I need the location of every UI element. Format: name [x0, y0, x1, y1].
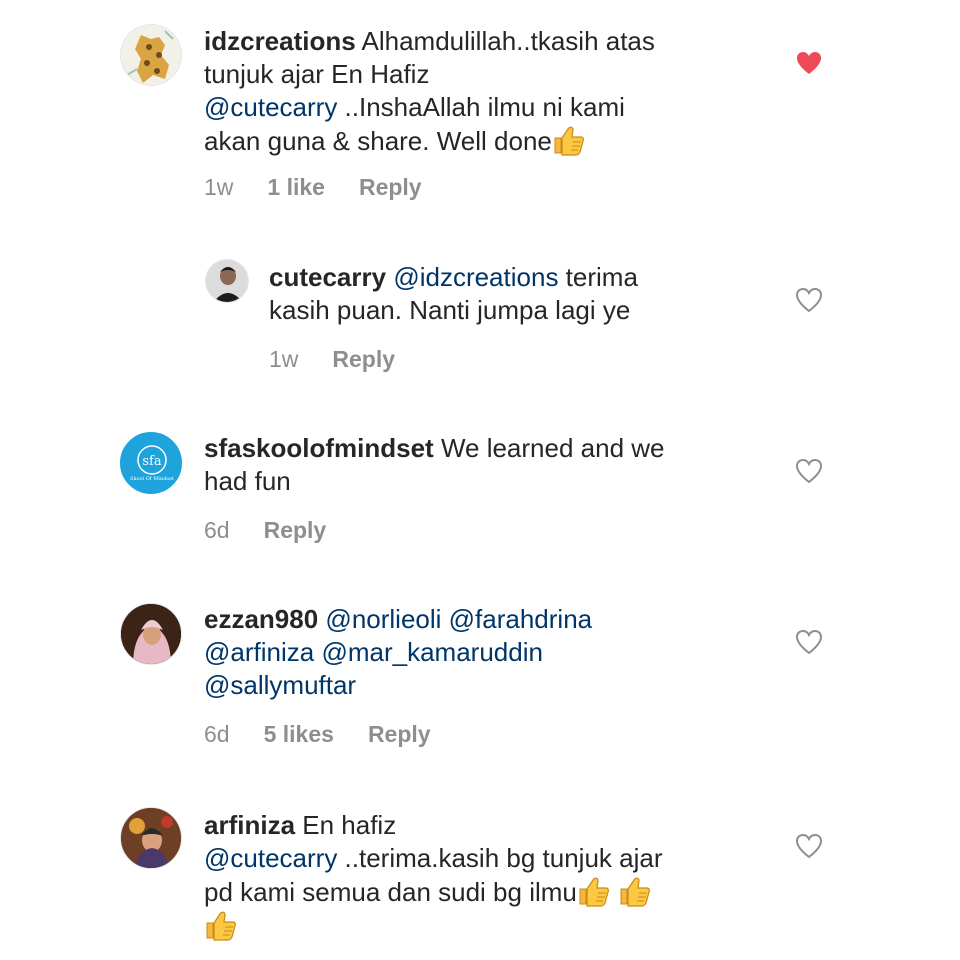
comment-body: En hafiz [295, 810, 397, 840]
comment-text: ezzan980 @norlieoli @farahdrina @arfiniz… [204, 603, 744, 702]
thumbs-up-icon [618, 875, 652, 907]
avatar[interactable] [120, 24, 182, 86]
comment-username[interactable]: ezzan980 [204, 604, 318, 634]
mention-link[interactable]: @mar_kamaruddin [321, 637, 542, 667]
heart-icon[interactable] [795, 629, 823, 655]
thumbs-up-icon [552, 124, 586, 156]
mention-link[interactable]: @farahdrina [449, 604, 592, 634]
thumbs-up-icon [204, 909, 238, 941]
avatar[interactable] [120, 807, 182, 869]
comment-username[interactable]: arfiniza [204, 810, 295, 840]
avatar[interactable]: sfa Skool Of Mindset [120, 432, 182, 494]
comment-body: pd kami semua dan sudi bg ilmu [204, 877, 577, 907]
comment-username[interactable]: idzcreations [204, 26, 356, 56]
heart-icon[interactable] [795, 458, 823, 484]
comment-text: arfiniza En hafiz @cutecarry ..terima.ka… [204, 809, 744, 943]
mention-link[interactable]: @sallymuftar [204, 670, 356, 700]
comment-text: cutecarry @idzcreations terima kasih pua… [269, 261, 729, 327]
comment-username[interactable]: sfaskoolofmindset [204, 433, 434, 463]
comment-meta: 1w Reply [269, 346, 395, 373]
comment-meta: 6d 5 likes Reply [204, 721, 431, 748]
comment-body: ..InshaAllah ilmu ni kami [337, 92, 625, 122]
comment-text: idzcreations Alhamdulillah..tkasih atas … [204, 25, 744, 158]
likes-count[interactable]: 5 likes [264, 721, 334, 748]
sfa-logo-subtext: Skool Of Mindset [130, 476, 174, 482]
mention-link[interactable]: @cutecarry [204, 843, 337, 873]
comment-time: 6d [204, 517, 230, 543]
thumbs-up-icon [577, 875, 611, 907]
comment-time: 6d [204, 721, 230, 747]
comment-username[interactable]: cutecarry [269, 262, 386, 292]
reply-button[interactable]: Reply [332, 346, 395, 373]
comment-body: ..terima.kasih bg tunjuk ajar [337, 843, 663, 873]
sfa-logo-text: sfa [142, 454, 161, 469]
reply-button[interactable]: Reply [264, 517, 327, 544]
reply-button[interactable]: Reply [368, 721, 431, 748]
comment-meta: 6d Reply [204, 517, 326, 544]
mention-link[interactable]: @arfiniza [204, 637, 314, 667]
avatar[interactable] [205, 259, 249, 303]
comment-time: 1w [204, 174, 234, 200]
heart-icon[interactable] [795, 833, 823, 859]
comment-body: Alhamdulillah..tkasih atas [361, 26, 655, 56]
mention-link[interactable]: @idzcreations [393, 262, 558, 292]
comment-meta: 1w 1 like Reply [204, 174, 422, 201]
avatar[interactable] [120, 603, 182, 665]
comment-body: tunjuk ajar En Hafiz [204, 59, 430, 89]
comment-body: We learned and we [433, 433, 665, 463]
mention-link[interactable]: @cutecarry [204, 92, 337, 122]
comment-time: 1w [269, 346, 299, 372]
comment-text: sfaskoolofmindset We learned and we had … [204, 432, 744, 498]
likes-count[interactable]: 1 like [267, 174, 325, 201]
comment-body: terima [558, 262, 638, 292]
heart-icon[interactable] [795, 287, 823, 313]
mention-link[interactable]: @norlieoli [325, 604, 441, 634]
reply-button[interactable]: Reply [359, 174, 422, 201]
comment-body: akan guna & share. Well done [204, 126, 552, 156]
comment-body: had fun [204, 466, 291, 496]
heart-icon[interactable] [795, 50, 823, 76]
comment-body: kasih puan. Nanti jumpa lagi ye [269, 295, 631, 325]
